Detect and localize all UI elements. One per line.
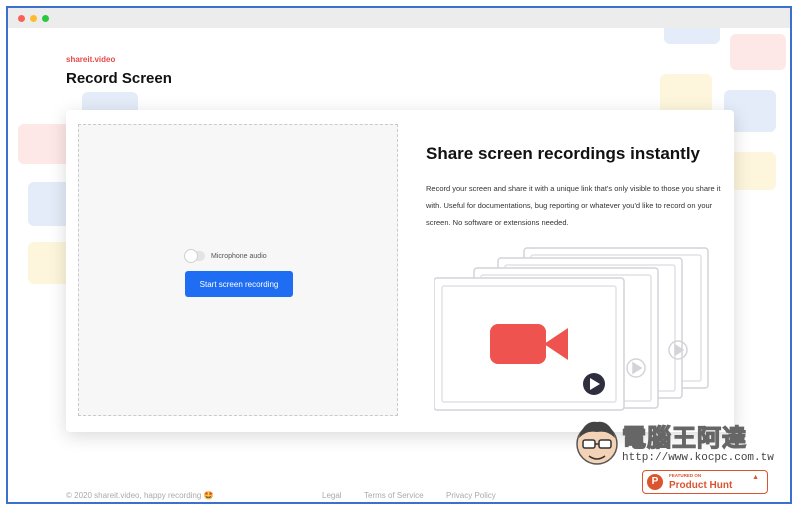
footer-copyright: © 2020 shareit.video, happy recording 🤩: [66, 491, 214, 500]
recorder-card: Microphone audio Start screen recording …: [66, 110, 734, 432]
watermark: 電腦王阿達 http://www.kocpc.com.tw: [574, 412, 774, 490]
watermark-url: http://www.kocpc.com.tw: [622, 452, 774, 464]
brand-logo[interactable]: shareit.video: [66, 55, 115, 64]
footer-link-legal[interactable]: Legal: [322, 491, 342, 500]
decor-tile: [660, 74, 712, 114]
page-title: Record Screen: [66, 70, 172, 87]
play-icon: [583, 373, 605, 395]
start-recording-button[interactable]: Start screen recording: [185, 271, 293, 297]
microphone-toggle-label: Microphone audio: [211, 252, 267, 260]
footer-link-terms[interactable]: Terms of Service: [364, 491, 424, 500]
decor-tile: [730, 34, 786, 70]
close-window-button[interactable]: [18, 15, 25, 22]
minimize-window-button[interactable]: [30, 15, 37, 22]
decor-tile: [730, 152, 776, 190]
footer-link-privacy[interactable]: Privacy Policy: [446, 491, 496, 500]
recording-dropzone: Microphone audio Start screen recording: [78, 124, 398, 416]
recordings-illustration: [434, 247, 709, 411]
decor-tile: [664, 28, 720, 44]
info-description: Record your screen and share it with a u…: [426, 184, 721, 227]
watermark-text: 電腦王阿達: [621, 424, 747, 452]
window-titlebar: [8, 8, 790, 29]
zoom-window-button[interactable]: [42, 15, 49, 22]
mascot-icon: [576, 421, 618, 465]
microphone-toggle-row: Microphone audio: [185, 250, 267, 262]
info-headline: Share screen recordings instantly: [426, 144, 700, 163]
microphone-toggle[interactable]: [185, 250, 205, 262]
